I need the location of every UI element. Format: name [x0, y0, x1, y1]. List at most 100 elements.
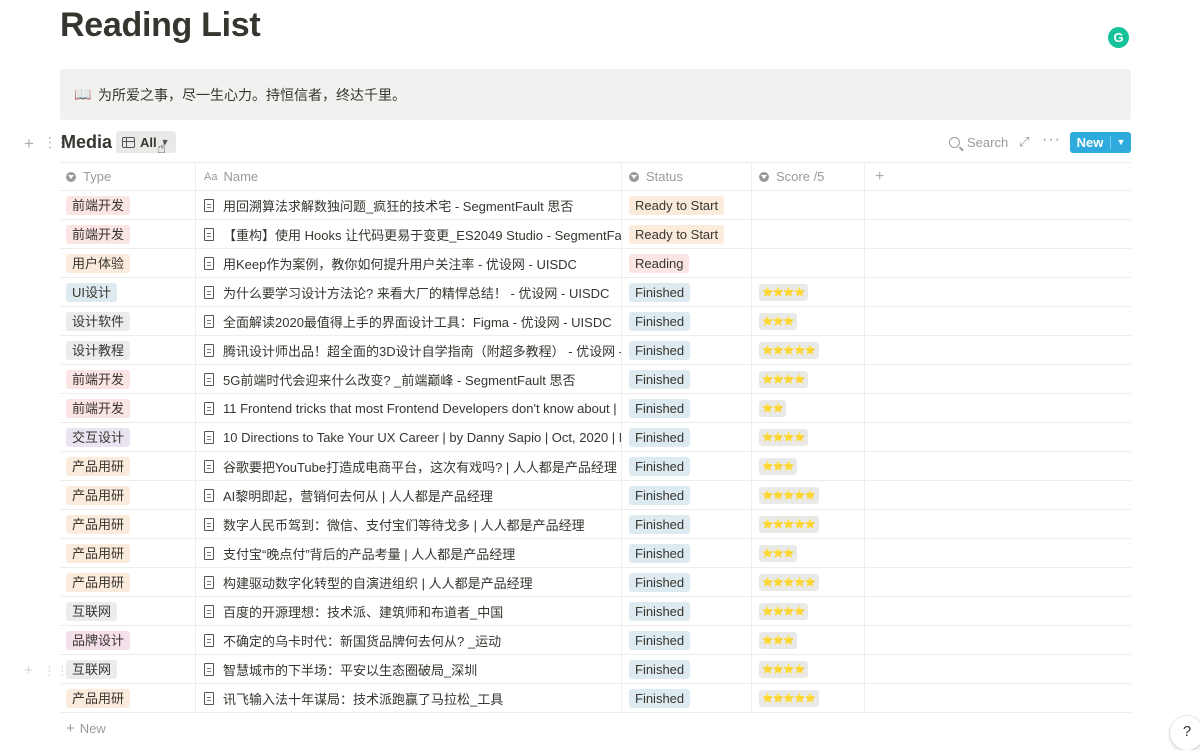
score-cell[interactable]: ⭐⭐⭐ — [752, 307, 865, 335]
column-header-type[interactable]: Type — [60, 163, 196, 190]
page-name[interactable]: 谷歌要把YouTube打造成电商平台，这次有戏吗? | 人人都是产品经理 — [223, 457, 617, 476]
page-name[interactable]: 用回溯算法求解数独问题_疯狂的技术宅 - SegmentFault 思否 — [223, 196, 573, 215]
table-row[interactable]: 设计软件 全面解读2020最值得上手的界面设计工具：Figma - 优设网 - U… — [60, 307, 1131, 336]
type-cell[interactable]: 产品用研 — [60, 684, 196, 712]
table-row[interactable]: UI设计 为什么要学习设计方法论? 来看大厂的精悍总结！ - 优设网 - UISD… — [60, 278, 1131, 307]
status-cell[interactable]: Finished — [622, 278, 752, 306]
score-cell[interactable]: ⭐⭐⭐ — [752, 452, 865, 480]
page-name[interactable]: 用Keep作为案例，教你如何提升用户关注率 - 优设网 - UISDC — [223, 254, 577, 273]
page-name[interactable]: 10 Directions to Take Your UX Career | b… — [223, 430, 621, 445]
score-cell[interactable] — [752, 249, 865, 277]
page-name[interactable]: 智慧城市的下半场：平安以生态圈破局_深圳 — [223, 660, 477, 679]
column-header-score[interactable]: Score /5 — [752, 163, 865, 190]
name-cell[interactable]: 支付宝“晚点付”背后的产品考量 | 人人都是产品经理 — [196, 539, 622, 567]
score-cell[interactable]: ⭐⭐⭐ — [752, 626, 865, 654]
type-cell[interactable]: 产品用研 — [60, 481, 196, 509]
type-cell[interactable]: 前端开发 — [60, 394, 196, 422]
new-button[interactable]: New ▼ — [1070, 132, 1131, 153]
table-row[interactable]: 设计教程 腾讯设计师出品！超全面的3D设计自学指南（附超多教程） - 优设网 - … — [60, 336, 1131, 365]
score-cell[interactable]: ⭐⭐⭐⭐⭐ — [752, 568, 865, 596]
name-cell[interactable]: 智慧城市的下半场：平安以生态圈破局_深圳 — [196, 655, 622, 683]
type-cell[interactable]: 前端开发 — [60, 220, 196, 248]
status-cell[interactable]: Finished — [622, 336, 752, 364]
table-row[interactable]: 前端开发 【重构】使用 Hooks 让代码更易于变更_ES2049 Studio … — [60, 220, 1131, 249]
page-name[interactable]: 支付宝“晚点付”背后的产品考量 | 人人都是产品经理 — [223, 544, 515, 563]
status-cell[interactable]: Finished — [622, 597, 752, 625]
page-name[interactable]: 为什么要学习设计方法论? 来看大厂的精悍总结！ - 优设网 - UISDC — [223, 283, 609, 302]
more-options-icon[interactable]: ··· — [1042, 131, 1061, 149]
score-cell[interactable]: ⭐⭐⭐⭐ — [752, 278, 865, 306]
column-header-name[interactable]: Aa Name — [196, 163, 622, 190]
status-cell[interactable]: Finished — [622, 365, 752, 393]
type-cell[interactable]: 设计软件 — [60, 307, 196, 335]
status-cell[interactable]: Finished — [622, 655, 752, 683]
page-name[interactable]: 【重构】使用 Hooks 让代码更易于变更_ES2049 Studio - Se… — [223, 225, 621, 244]
status-cell[interactable]: Reading — [622, 249, 752, 277]
chevron-down-icon[interactable]: ▼ — [1111, 132, 1131, 153]
type-cell[interactable]: 互联网 — [60, 655, 196, 683]
page-name[interactable]: 腾讯设计师出品！超全面的3D设计自学指南（附超多教程） - 优设网 - UISD… — [223, 341, 621, 360]
table-row[interactable]: 交互设计 10 Directions to Take Your UX Career… — [60, 423, 1131, 452]
name-cell[interactable]: 构建驱动数字化转型的自演进组织 | 人人都是产品经理 — [196, 568, 622, 596]
name-cell[interactable]: AI黎明即起，营销何去何从 | 人人都是产品经理 — [196, 481, 622, 509]
score-cell[interactable]: ⭐⭐⭐⭐ — [752, 365, 865, 393]
table-row[interactable]: 品牌设计 不确定的乌卡时代：新国货品牌何去何从? _运动 Finished ⭐⭐⭐ — [60, 626, 1131, 655]
name-cell[interactable]: 10 Directions to Take Your UX Career | b… — [196, 423, 622, 451]
add-row-button[interactable]: + New — [66, 720, 106, 737]
page-name[interactable]: AI黎明即起，营销何去何从 | 人人都是产品经理 — [223, 486, 493, 505]
grammarly-icon[interactable]: G — [1108, 27, 1129, 48]
table-row[interactable]: 产品用研 支付宝“晚点付”背后的产品考量 | 人人都是产品经理 Finished ⭐⭐… — [60, 539, 1131, 568]
page-name[interactable]: 构建驱动数字化转型的自演进组织 | 人人都是产品经理 — [223, 573, 533, 592]
table-row[interactable]: 产品用研 数字人民币驾到：微信、支付宝们等待戈多 | 人人都是产品经理 Finish… — [60, 510, 1131, 539]
name-cell[interactable]: 用Keep作为案例，教你如何提升用户关注率 - 优设网 - UISDC — [196, 249, 622, 277]
table-row[interactable]: 产品用研 讯飞输入法十年谋局：技术派跑赢了马拉松_工具 Finished ⭐⭐⭐⭐⭐ — [60, 684, 1131, 713]
table-row[interactable]: 前端开发 11 Frontend tricks that most Fronten… — [60, 394, 1131, 423]
name-cell[interactable]: 讯飞输入法十年谋局：技术派跑赢了马拉松_工具 — [196, 684, 622, 712]
status-cell[interactable]: Finished — [622, 626, 752, 654]
type-cell[interactable]: UI设计 — [60, 278, 196, 306]
name-cell[interactable]: 5G前端时代会迎来什么改变? _前端巅峰 - SegmentFault 思否 — [196, 365, 622, 393]
name-cell[interactable]: 腾讯设计师出品！超全面的3D设计自学指南（附超多教程） - 优设网 - UISD… — [196, 336, 622, 364]
status-cell[interactable]: Ready to Start — [622, 220, 752, 248]
type-cell[interactable]: 前端开发 — [60, 191, 196, 219]
table-row[interactable]: 产品用研 谷歌要把YouTube打造成电商平台，这次有戏吗? | 人人都是产品经理… — [60, 452, 1131, 481]
database-title[interactable]: Media — [61, 132, 112, 153]
page-name[interactable]: 全面解读2020最值得上手的界面设计工具：Figma - 优设网 - UISDC — [223, 312, 612, 331]
table-row[interactable]: 产品用研 构建驱动数字化转型的自演进组织 | 人人都是产品经理 Finished ⭐⭐… — [60, 568, 1131, 597]
table-row[interactable]: 互联网 百度的开源理想：技术派、建筑师和布道者_中国 Finished ⭐⭐⭐⭐ — [60, 597, 1131, 626]
open-full-page-icon[interactable]: ⤢ — [1019, 134, 1029, 150]
status-cell[interactable]: Finished — [622, 452, 752, 480]
new-button-label[interactable]: New — [1070, 132, 1110, 153]
page-name[interactable]: 不确定的乌卡时代：新国货品牌何去何从? _运动 — [223, 631, 501, 650]
page-name[interactable]: 讯飞输入法十年谋局：技术派跑赢了马拉松_工具 — [223, 689, 503, 708]
score-cell[interactable] — [752, 220, 865, 248]
name-cell[interactable]: 全面解读2020最值得上手的界面设计工具：Figma - 优设网 - UISDC — [196, 307, 622, 335]
score-cell[interactable]: ⭐⭐⭐⭐⭐ — [752, 510, 865, 538]
status-cell[interactable]: Finished — [622, 307, 752, 335]
drag-handle-icon[interactable]: ⋮⋮ — [43, 663, 69, 679]
add-column-button[interactable]: + — [865, 163, 1131, 190]
add-row-icon[interactable]: + — [24, 662, 33, 679]
status-cell[interactable]: Finished — [622, 539, 752, 567]
name-cell[interactable]: 为什么要学习设计方法论? 来看大厂的精悍总结！ - 优设网 - UISDC — [196, 278, 622, 306]
type-cell[interactable]: 品牌设计 — [60, 626, 196, 654]
type-cell[interactable]: 互联网 — [60, 597, 196, 625]
score-cell[interactable] — [752, 191, 865, 219]
table-row[interactable]: 前端开发 5G前端时代会迎来什么改变? _前端巅峰 - SegmentFault … — [60, 365, 1131, 394]
name-cell[interactable]: 谷歌要把YouTube打造成电商平台，这次有戏吗? | 人人都是产品经理 — [196, 452, 622, 480]
column-header-status[interactable]: Status — [622, 163, 752, 190]
status-cell[interactable]: Finished — [622, 423, 752, 451]
type-cell[interactable]: 产品用研 — [60, 568, 196, 596]
type-cell[interactable]: 前端开发 — [60, 365, 196, 393]
status-cell[interactable]: Finished — [622, 684, 752, 712]
score-cell[interactable]: ⭐⭐⭐⭐ — [752, 655, 865, 683]
score-cell[interactable]: ⭐⭐⭐⭐ — [752, 597, 865, 625]
name-cell[interactable]: 百度的开源理想：技术派、建筑师和布道者_中国 — [196, 597, 622, 625]
view-selector[interactable]: All ▼ — [116, 131, 176, 153]
page-name[interactable]: 5G前端时代会迎来什么改变? _前端巅峰 - SegmentFault 思否 — [223, 370, 576, 389]
type-cell[interactable]: 产品用研 — [60, 510, 196, 538]
name-cell[interactable]: 数字人民币驾到：微信、支付宝们等待戈多 | 人人都是产品经理 — [196, 510, 622, 538]
table-row[interactable]: 用户体验 用Keep作为案例，教你如何提升用户关注率 - 优设网 - UISDC R… — [60, 249, 1131, 278]
type-cell[interactable]: 产品用研 — [60, 452, 196, 480]
status-cell[interactable]: Finished — [622, 481, 752, 509]
